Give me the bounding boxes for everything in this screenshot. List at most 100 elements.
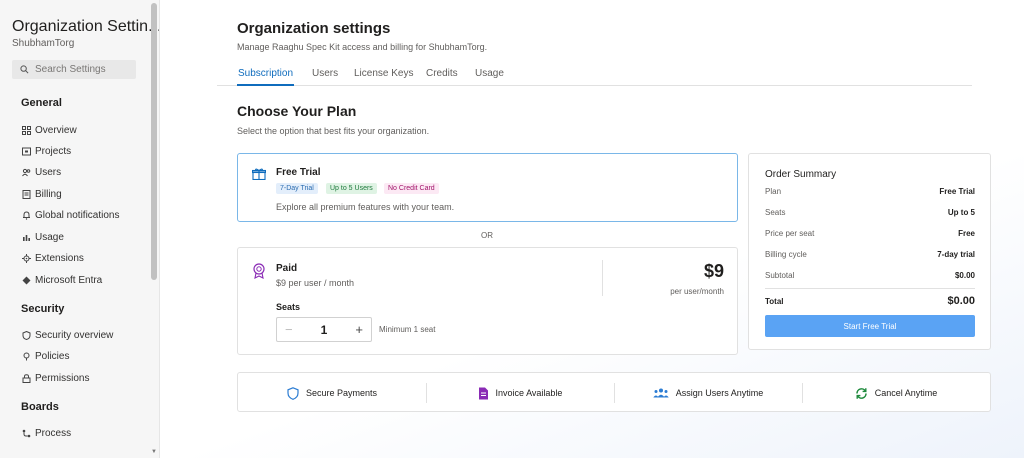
feature-label: Secure Payments [305, 388, 378, 398]
extensions-icon [21, 253, 31, 263]
billing-icon [21, 189, 31, 199]
user-limit-badge: Up to 5 Users [326, 183, 377, 194]
sidebar-item-overview[interactable]: Overview [21, 122, 77, 138]
price-unit: per user/month [670, 287, 724, 296]
sidebar-title: Organization Settin... [12, 18, 160, 35]
no-credit-card-badge: No Credit Card [384, 183, 439, 194]
total-label: Total [765, 297, 784, 306]
sidebar-item-projects[interactable]: Projects [21, 143, 71, 159]
grid-icon [21, 125, 31, 135]
tab-subscription[interactable]: Subscription [238, 68, 293, 79]
section-general: General [21, 97, 62, 109]
project-icon [21, 146, 31, 156]
shield-icon [21, 330, 31, 340]
summary-row-price-per-seat: Price per seat Free [765, 229, 975, 238]
paid-plan-card[interactable]: Paid $9 per user / month $9 per user/mon… [237, 247, 738, 355]
order-summary-title: Order Summary [765, 169, 837, 180]
tab-bar: Subscription Users License Keys Credits … [217, 64, 972, 86]
gift-icon [252, 168, 266, 180]
seats-value[interactable]: 1 [321, 323, 328, 337]
page-subtitle: Manage Raaghu Spec Kit access and billin… [237, 42, 488, 52]
sidebar: Organization Settin... ShubhamTorg Gener… [0, 0, 160, 458]
users-icon [21, 167, 31, 177]
sidebar-item-users[interactable]: Users [21, 164, 61, 180]
sidebar-item-label: Overview [35, 124, 77, 136]
sidebar-scrollbar[interactable] [151, 3, 157, 280]
tab-users[interactable]: Users [312, 68, 338, 79]
sidebar-item-label: Projects [35, 145, 72, 157]
price-divider [602, 260, 603, 296]
decrement-button[interactable]: − [285, 322, 293, 337]
invoice-icon [478, 387, 488, 399]
sidebar-item-security-overview[interactable]: Security overview [21, 327, 113, 343]
process-icon [21, 428, 31, 438]
feature-label: Assign Users Anytime [675, 388, 764, 398]
plan-section-title: Choose Your Plan [237, 103, 357, 119]
sidebar-item-policies[interactable]: Policies [21, 348, 69, 364]
search-input[interactable] [35, 64, 135, 75]
seats-stepper: − 1 + [276, 317, 372, 342]
seats-label: Seats [276, 302, 301, 312]
sidebar-item-label: Global notifications [35, 209, 120, 221]
trial-length-badge: 7-Day Trial [276, 183, 318, 194]
sidebar-item-microsoft-entra[interactable]: Microsoft Entra [21, 272, 102, 288]
summary-total: Total $0.00 [765, 295, 975, 307]
sidebar-item-extensions[interactable]: Extensions [21, 250, 84, 266]
section-security: Security [21, 303, 65, 315]
sidebar-item-label: Policies [35, 350, 70, 362]
free-trial-title: Free Trial [276, 167, 321, 178]
entra-icon [21, 275, 31, 285]
tab-license-keys[interactable]: License Keys [354, 68, 413, 79]
tab-credits[interactable]: Credits [426, 68, 458, 79]
summary-row-seats: Seats Up to 5 [765, 208, 975, 217]
sidebar-item-usage[interactable]: Usage [21, 229, 64, 245]
plan-section-subtitle: Select the option that best fits your or… [237, 126, 430, 136]
feature-label: Invoice Available [495, 388, 563, 398]
shield-icon [287, 386, 299, 400]
sidebar-item-label: Users [35, 166, 62, 178]
page-title: Organization settings [237, 20, 391, 37]
summary-divider [765, 288, 975, 289]
summary-row-billing-cycle: Billing cycle 7-day trial [765, 250, 975, 259]
usage-icon [21, 232, 31, 242]
feature-assign-users: Assign Users Anytime [614, 373, 802, 413]
paid-plan-rate: $9 per user / month [276, 278, 355, 288]
feature-invoice-available: Invoice Available [426, 373, 614, 413]
sidebar-item-billing[interactable]: Billing [21, 186, 62, 202]
free-trial-card[interactable]: Free Trial 7-Day Trial Up to 5 Users No … [237, 153, 738, 222]
search-box[interactable] [12, 60, 136, 79]
refresh-icon [855, 387, 867, 399]
sidebar-item-label: Billing [35, 188, 62, 200]
notification-icon [21, 210, 31, 220]
organization-name: ShubhamTorg [12, 38, 75, 49]
summary-label: Billing cycle [765, 250, 807, 259]
sidebar-item-label: Extensions [35, 252, 84, 264]
tab-usage[interactable]: Usage [475, 68, 504, 79]
feature-cancel-anytime: Cancel Anytime [802, 373, 990, 413]
sidebar-item-label: Process [35, 427, 72, 439]
sidebar-item-global-notifications[interactable]: Global notifications [21, 207, 120, 223]
summary-value: 7-day trial [937, 250, 975, 259]
summary-label: Subtotal [765, 271, 795, 280]
lock-icon [21, 373, 31, 383]
sidebar-item-process[interactable]: Process [21, 425, 71, 441]
search-icon [20, 65, 29, 74]
increment-button[interactable]: + [355, 322, 363, 337]
sidebar-item-label: Security overview [35, 329, 114, 341]
summary-value: Free [958, 229, 975, 238]
scroll-down-arrow-icon[interactable]: ▼ [151, 449, 157, 455]
sidebar-item-label: Microsoft Entra [35, 274, 103, 286]
features-bar: Secure Payments Invoice Available Assign… [237, 372, 991, 412]
section-boards: Boards [21, 401, 59, 413]
summary-value: $0.00 [954, 271, 975, 280]
feature-secure-payments: Secure Payments [238, 373, 426, 413]
sidebar-item-label: Usage [35, 231, 64, 243]
active-tab-indicator [237, 84, 294, 86]
summary-label: Seats [765, 208, 786, 217]
start-free-trial-button[interactable]: Start Free Trial [765, 315, 975, 337]
main-content: Organization settings Manage Raaghu Spec… [160, 0, 1024, 458]
or-separator: OR [481, 231, 493, 240]
sidebar-item-permissions[interactable]: Permissions [21, 370, 89, 386]
summary-value: Up to 5 [947, 208, 975, 217]
users-icon [653, 388, 669, 398]
